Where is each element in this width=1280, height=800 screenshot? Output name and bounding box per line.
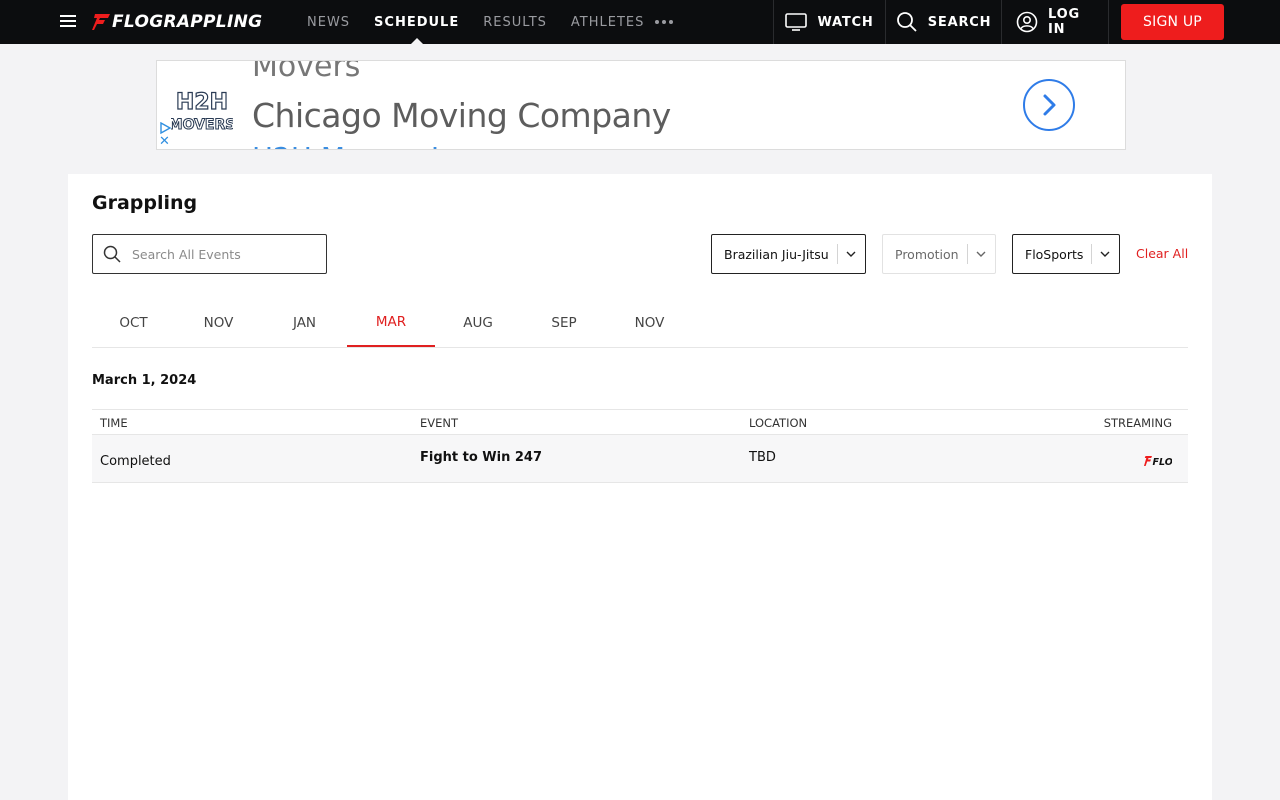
flo-streaming-icon[interactable]: FLO — [1144, 455, 1173, 470]
login-button[interactable]: LOG IN — [1001, 0, 1108, 44]
svg-text:MOVERS: MOVERS — [171, 117, 233, 133]
sport-filter-value: Brazilian Jiu-Jitsu — [724, 246, 829, 262]
brand-logo[interactable]: FLOGRAPPLING — [92, 11, 262, 33]
col-time: TIME — [100, 416, 128, 430]
search-button[interactable]: SEARCH — [885, 0, 1001, 44]
col-streaming: STREAMING — [1103, 416, 1172, 430]
chevron-down-icon — [1100, 250, 1110, 258]
search-field[interactable] — [92, 234, 327, 274]
tab-oct[interactable]: OCT — [92, 298, 175, 348]
tab-aug[interactable]: AUG — [435, 298, 521, 348]
col-location: LOCATION — [749, 416, 808, 430]
top-nav: FLOGRAPPLING NEWS SCHEDULE RESULTS ATHLE… — [0, 0, 1280, 44]
tab-mar[interactable]: MAR — [347, 298, 435, 347]
search-label: SEARCH — [927, 14, 992, 30]
svg-text:H2H: H2H — [176, 90, 228, 115]
divider — [966, 244, 968, 264]
nav-schedule[interactable]: SCHEDULE — [362, 0, 471, 44]
divider — [836, 244, 838, 264]
more-dots-icon[interactable] — [655, 0, 673, 44]
chevron-down-icon — [976, 250, 986, 258]
promotion-filter-dropdown[interactable]: Promotion — [882, 234, 996, 274]
tab-sep[interactable]: SEP — [521, 298, 607, 348]
tab-nov-2[interactable]: NOV — [607, 298, 692, 348]
ad-headline: Chicago Moving Company — [252, 96, 671, 135]
tv-icon — [785, 13, 808, 31]
network-filter-dropdown[interactable]: FloSports — [1012, 234, 1120, 274]
tab-nov[interactable]: NOV — [175, 298, 262, 348]
ad-top-text: Movers — [252, 60, 361, 84]
watch-button[interactable]: WATCH — [773, 0, 885, 44]
month-tabs: OCT NOV JAN MAR AUG SEP NOV — [92, 298, 1188, 348]
nav-athletes[interactable]: ATHLETES — [559, 0, 656, 44]
search-icon — [103, 245, 121, 263]
sport-filter-dropdown[interactable]: Brazilian Jiu-Jitsu — [711, 234, 866, 274]
event-time: Completed — [100, 454, 171, 469]
chevron-down-icon — [846, 250, 856, 258]
close-icon[interactable]: ✕ — [159, 135, 170, 148]
watch-label: WATCH — [817, 14, 874, 30]
main-nav: NEWS SCHEDULE RESULTS ATHLETES — [295, 0, 656, 44]
table-header: TIME EVENT LOCATION STREAMING — [92, 409, 1188, 435]
ad-bottom-text: H2H Movers Inc — [252, 141, 472, 149]
ad-logo: H2H MOVERS — [168, 79, 236, 137]
login-label: LOG IN — [1048, 7, 1080, 37]
event-location: TBD — [749, 450, 776, 465]
schedule-card: Grappling Brazilian Jiu-Jitsu Promotion … — [68, 174, 1212, 800]
streaming-label: FLO — [1153, 457, 1173, 466]
promotion-filter-value: Promotion — [895, 246, 959, 262]
event-name[interactable]: Fight to Win 247 — [420, 450, 542, 465]
date-heading: March 1, 2024 — [92, 373, 197, 388]
clear-all-link[interactable]: Clear All — [1136, 246, 1188, 261]
chevron-right-icon[interactable] — [1023, 79, 1075, 131]
nav-news[interactable]: NEWS — [295, 0, 362, 44]
col-event: EVENT — [420, 416, 459, 430]
page-title: Grappling — [92, 192, 198, 214]
network-filter-value: FloSports — [1025, 246, 1084, 262]
divider — [1091, 244, 1093, 264]
signup-wrapper: SIGN UP — [1108, 0, 1224, 44]
ad-banner[interactable]: H2H MOVERS Movers Chicago Moving Company… — [156, 60, 1126, 150]
search-icon — [896, 11, 918, 33]
user-icon — [1016, 11, 1038, 33]
flo-mark-icon — [92, 14, 110, 30]
signup-button[interactable]: SIGN UP — [1121, 4, 1224, 40]
right-nav: WATCH SEARCH LOG IN SIGN UP — [773, 0, 1280, 44]
table-row[interactable]: Completed Fight to Win 247 TBD FLO — [92, 435, 1188, 483]
search-input[interactable] — [132, 246, 312, 262]
nav-results[interactable]: RESULTS — [471, 0, 559, 44]
brand-name: FLOGRAPPLING — [112, 12, 263, 32]
tab-jan[interactable]: JAN — [262, 298, 347, 348]
menu-icon[interactable] — [60, 15, 76, 29]
